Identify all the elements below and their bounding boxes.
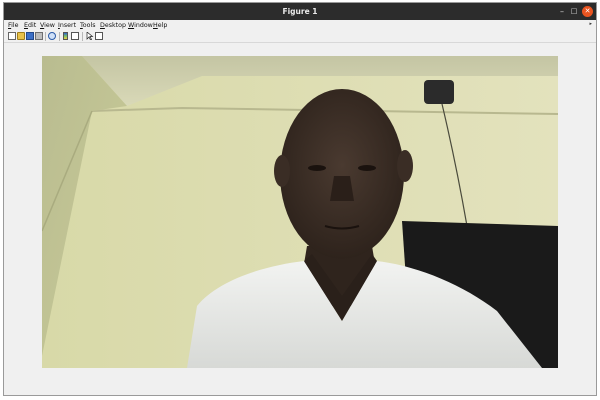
menu-bar: File Edit View Insert Tools Desktop Wind… [4, 20, 596, 31]
save-icon[interactable] [26, 32, 34, 40]
menu-tools[interactable]: Tools [80, 20, 96, 31]
menu-overflow-arrow-icon[interactable]: ▸ [589, 21, 592, 27]
menu-file[interactable]: File [8, 20, 19, 31]
menu-window[interactable]: Window [128, 20, 153, 31]
menu-help[interactable]: Help [153, 20, 167, 31]
menu-edit[interactable]: Edit [24, 20, 36, 31]
webcam-photo [42, 56, 558, 368]
title-bar[interactable]: Figure 1 – □ ✕ [4, 3, 596, 20]
close-icon[interactable]: ✕ [582, 6, 593, 17]
zoom-icon[interactable] [48, 32, 56, 40]
edit-plot-pointer-icon[interactable] [86, 32, 94, 40]
minimize-icon[interactable]: – [556, 3, 568, 20]
toolbar-separator [59, 32, 60, 41]
window-title: Figure 1 [282, 7, 318, 16]
maximize-icon[interactable]: □ [568, 3, 580, 20]
dock-figure-icon[interactable] [95, 32, 103, 40]
figure-toolbar [4, 31, 596, 43]
menu-view[interactable]: View [40, 20, 55, 31]
toolbar-separator [45, 32, 46, 41]
toolbar-separator [82, 32, 83, 41]
new-figure-icon[interactable] [8, 32, 16, 40]
open-file-icon[interactable] [17, 32, 25, 40]
menu-insert[interactable]: Insert [58, 20, 76, 31]
insert-legend-icon[interactable] [71, 32, 79, 40]
insert-colorbar-icon[interactable] [63, 32, 68, 40]
menu-desktop[interactable]: Desktop [100, 20, 126, 31]
figure-window: Figure 1 – □ ✕ File Edit View Insert Too… [3, 2, 597, 396]
image-axes[interactable] [42, 56, 558, 368]
print-icon[interactable] [35, 32, 43, 40]
